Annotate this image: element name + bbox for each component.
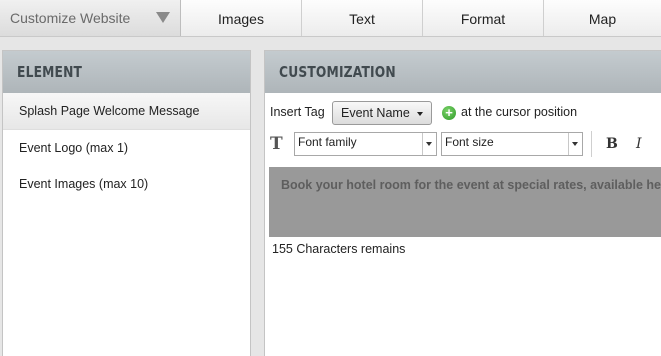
insert-tag-row: Insert Tag Event Name + at the cursor po… (270, 101, 660, 125)
element-panel-title: ELEMENT (17, 63, 83, 81)
customization-panel-header: CUSTOMIZATION (265, 51, 661, 93)
text-format-icon: T (270, 134, 283, 154)
italic-button[interactable]: I (636, 136, 642, 152)
tab-text[interactable]: Text (302, 0, 423, 36)
customization-panel-title: CUSTOMIZATION (279, 63, 396, 81)
tag-select-button[interactable]: Event Name (332, 101, 432, 125)
font-size-select[interactable]: Font size (441, 132, 583, 156)
cursor-position-text: at the cursor position (461, 105, 578, 119)
character-count: 155 Characters remains (272, 242, 406, 256)
plus-circle-icon[interactable]: + (442, 106, 456, 120)
tab-images[interactable]: Images (181, 0, 302, 36)
element-panel-header: ELEMENT (3, 51, 250, 93)
format-toolbar: T Font family Font size B I (270, 131, 661, 157)
dropdown-label: Customize Website (10, 10, 131, 26)
customize-website-dropdown[interactable]: Customize Website (0, 0, 181, 36)
message-editor[interactable]: Book your hotel room for the event at sp… (269, 167, 661, 237)
chevron-down-icon[interactable] (422, 133, 436, 155)
toolbar-divider (591, 131, 592, 157)
top-tab-bar: Customize Website Images Text Format Map (0, 0, 661, 37)
customization-panel: CUSTOMIZATION Insert Tag Event Name + at… (264, 50, 661, 356)
font-size-label: Font size (445, 135, 494, 149)
triangle-down-icon (156, 12, 170, 23)
insert-tag-label: Insert Tag (270, 105, 325, 119)
font-family-select[interactable]: Font family (294, 132, 437, 156)
font-family-label: Font family (298, 135, 357, 149)
element-item-event-logo[interactable]: Event Logo (max 1) (3, 130, 250, 166)
element-panel: ELEMENT Splash Page Welcome Message Even… (2, 50, 251, 356)
editor-content: Book your hotel room for the event at sp… (281, 178, 661, 192)
tab-format[interactable]: Format (423, 0, 544, 36)
tab-map[interactable]: Map (544, 0, 661, 36)
chevron-down-icon[interactable] (568, 133, 582, 155)
bold-button[interactable]: B (606, 136, 618, 152)
tag-select-value: Event Name (341, 106, 410, 120)
caret-down-icon (417, 112, 423, 116)
element-item-event-images[interactable]: Event Images (max 10) (3, 166, 250, 202)
element-item-splash-message[interactable]: Splash Page Welcome Message (3, 93, 250, 130)
